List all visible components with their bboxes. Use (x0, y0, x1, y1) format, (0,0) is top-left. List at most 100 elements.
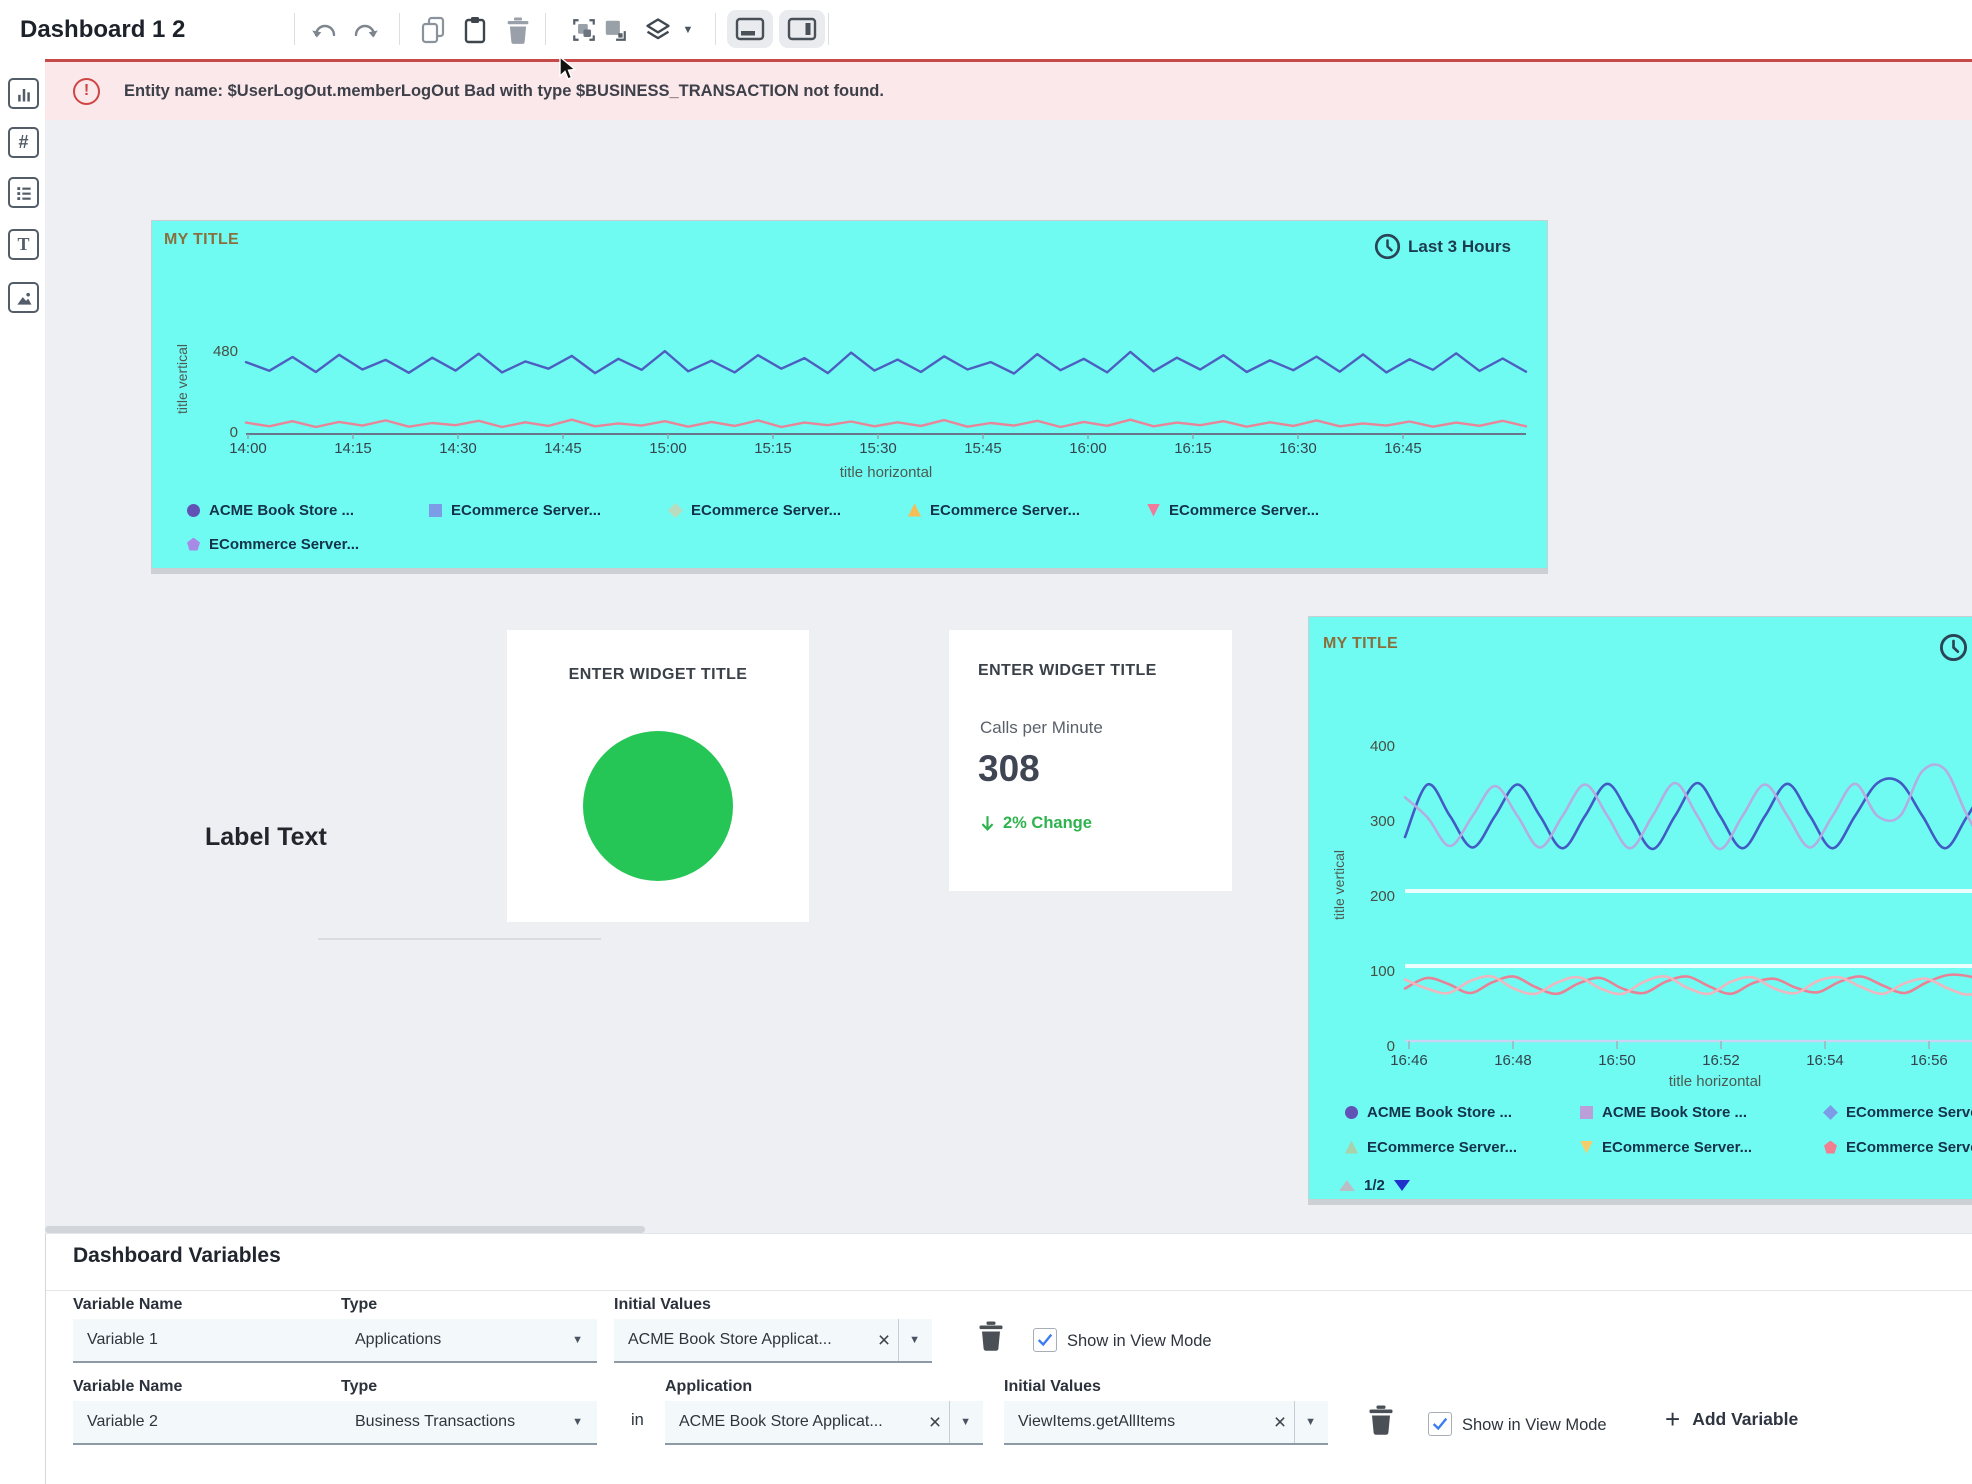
text-widget-icon: T (17, 234, 29, 255)
svg-text:16:46: 16:46 (1390, 1052, 1428, 1069)
redo-button[interactable] (348, 13, 384, 47)
variable-name-input[interactable] (73, 1319, 347, 1363)
remove-token-icon[interactable]: × (1266, 1412, 1294, 1433)
divider (898, 1319, 899, 1361)
divider (46, 1290, 1972, 1291)
paste-button[interactable] (457, 13, 493, 47)
add-chart-widget-button[interactable] (8, 78, 39, 109)
legend-item[interactable]: ECommerce Server... (187, 535, 359, 553)
delete-button[interactable] (500, 13, 536, 47)
chevron-down-icon[interactable]: ▼ (1305, 1416, 1316, 1428)
canvas-scrollbar[interactable] (45, 1226, 645, 1233)
add-number-widget-button[interactable]: # (8, 127, 39, 158)
show-in-view-mode-checkbox[interactable] (1428, 1412, 1452, 1436)
initial-values-label: Initial Values (1004, 1378, 1101, 1396)
svg-text:16:48: 16:48 (1494, 1052, 1532, 1069)
legend-item[interactable]: ECommerce Server... (1580, 1138, 1752, 1156)
application-token-field[interactable]: ACME Book Store Applicat... × ▼ (665, 1401, 983, 1445)
legend-label: ECommerce Server... (930, 502, 1080, 519)
paste-icon (462, 16, 488, 44)
toolbar-separator (545, 13, 546, 45)
line-chart: 16:4616:4816:5016:5216:5416:564003002001… (1309, 717, 1972, 1087)
x-axis-title: title horizontal (1405, 1073, 1972, 1090)
svg-text:16:50: 16:50 (1598, 1052, 1636, 1069)
pentagon-marker-icon (187, 538, 200, 551)
delete-variable-button[interactable] (978, 1321, 1004, 1351)
widget-title: MY TITLE (1323, 635, 1398, 653)
layout-bottom-panel-toggle[interactable] (727, 10, 773, 48)
toolbar-separator (715, 13, 716, 45)
remove-token-icon[interactable]: × (870, 1330, 898, 1351)
show-in-view-mode-checkbox[interactable] (1033, 1328, 1057, 1352)
undo-button[interactable] (306, 13, 342, 47)
legend-label: ECommerce Server... (1169, 502, 1319, 519)
in-label: in (631, 1411, 644, 1430)
svg-text:16:00: 16:00 (1069, 440, 1107, 457)
page-up-arrow[interactable] (1339, 1180, 1355, 1191)
token-value: ACME Book Store Applicat... (679, 1413, 921, 1431)
legend-item[interactable]: ECommerce Server... (1345, 1138, 1517, 1156)
token-value: ACME Book Store Applicat... (628, 1331, 870, 1349)
add-variable-button[interactable]: + Add Variable (1665, 1406, 1798, 1432)
arrow-down-icon (980, 815, 995, 832)
legend-item[interactable]: ECommerce Server... (669, 501, 841, 519)
legend-item[interactable]: ACME Book Store ... (1345, 1103, 1512, 1121)
initial-values-token-field[interactable]: ACME Book Store Applicat... × ▼ (614, 1319, 932, 1363)
ungroup-button[interactable] (597, 13, 633, 47)
token-value: ViewItems.getAllItems (1018, 1413, 1266, 1431)
page-down-arrow[interactable] (1394, 1180, 1410, 1191)
legend-item[interactable]: ACME Book Store ... (187, 501, 354, 519)
chevron-down-icon[interactable]: ▼ (909, 1334, 920, 1346)
variable-name-input[interactable] (73, 1401, 347, 1445)
delete-variable-button[interactable] (1368, 1405, 1394, 1435)
widget-palette: # T (0, 59, 45, 1233)
error-icon: ! (73, 78, 100, 105)
svg-text:100: 100 (1370, 963, 1395, 980)
copy-button[interactable] (415, 13, 451, 47)
legend-item[interactable]: ECommerce Server... (1147, 501, 1319, 519)
check-icon (1036, 1331, 1054, 1349)
svg-text:16:52: 16:52 (1702, 1052, 1740, 1069)
type-select[interactable]: Applications ▼ (341, 1319, 597, 1363)
chart-widget-1[interactable]: MY TITLE Last 3 Hours title vertical 14:… (151, 220, 1548, 569)
legend-item[interactable]: ECommerce Server... (908, 501, 1080, 519)
health-widget[interactable]: ENTER WIDGET TITLE (507, 630, 809, 922)
layers-dropdown-button[interactable]: ▼ (678, 13, 698, 47)
add-image-widget-button[interactable] (8, 282, 39, 313)
layers-button[interactable] (640, 13, 676, 47)
metric-value: 308 (978, 748, 1040, 790)
triangle-up-marker-icon (1345, 1141, 1358, 1154)
list-widget-icon (14, 183, 34, 203)
legend-item[interactable]: ECommerce Server... (1824, 1103, 1972, 1121)
panel-heading: Dashboard Variables (73, 1244, 281, 1268)
svg-text:16:30: 16:30 (1279, 440, 1317, 457)
redo-icon (352, 18, 380, 42)
legend-item[interactable]: ECommerce Server... (1824, 1138, 1972, 1156)
clock-icon (1374, 233, 1401, 260)
initial-values-label: Initial Values (614, 1296, 711, 1314)
circle-marker-icon (187, 504, 200, 517)
legend-item[interactable]: ECommerce Server... (429, 501, 601, 519)
chevron-down-icon[interactable]: ▼ (960, 1416, 971, 1428)
error-banner: ! Entity name: $UserLogOut.memberLogOut … (45, 59, 1972, 120)
layout-right-icon (787, 17, 817, 41)
metric-change: 2% Change (980, 814, 1092, 833)
divider (1294, 1401, 1295, 1443)
remove-token-icon[interactable]: × (921, 1412, 949, 1433)
metric-widget[interactable]: ENTER WIDGET TITLE Calls per Minute 308 … (949, 630, 1232, 891)
svg-text:0: 0 (230, 424, 238, 441)
add-list-widget-button[interactable] (8, 177, 39, 208)
type-select[interactable]: Business Transactions ▼ (341, 1401, 597, 1445)
initial-values-token-field[interactable]: ViewItems.getAllItems × ▼ (1004, 1401, 1328, 1445)
legend-label: ACME Book Store ... (1602, 1104, 1747, 1121)
metric-label: Calls per Minute (980, 718, 1103, 738)
legend-item[interactable]: ACME Book Store ... (1580, 1103, 1747, 1121)
add-text-widget-button[interactable]: T (8, 229, 39, 260)
chart-widget-2[interactable]: MY TITLE title vertical 16:4616:4816:501… (1308, 616, 1972, 1200)
layout-right-panel-toggle[interactable] (779, 10, 825, 48)
x-axis-title: title horizontal (246, 464, 1526, 481)
undo-icon (310, 18, 338, 42)
svg-text:15:30: 15:30 (859, 440, 897, 457)
diamond-marker-icon (1823, 1104, 1838, 1119)
svg-text:15:45: 15:45 (964, 440, 1002, 457)
